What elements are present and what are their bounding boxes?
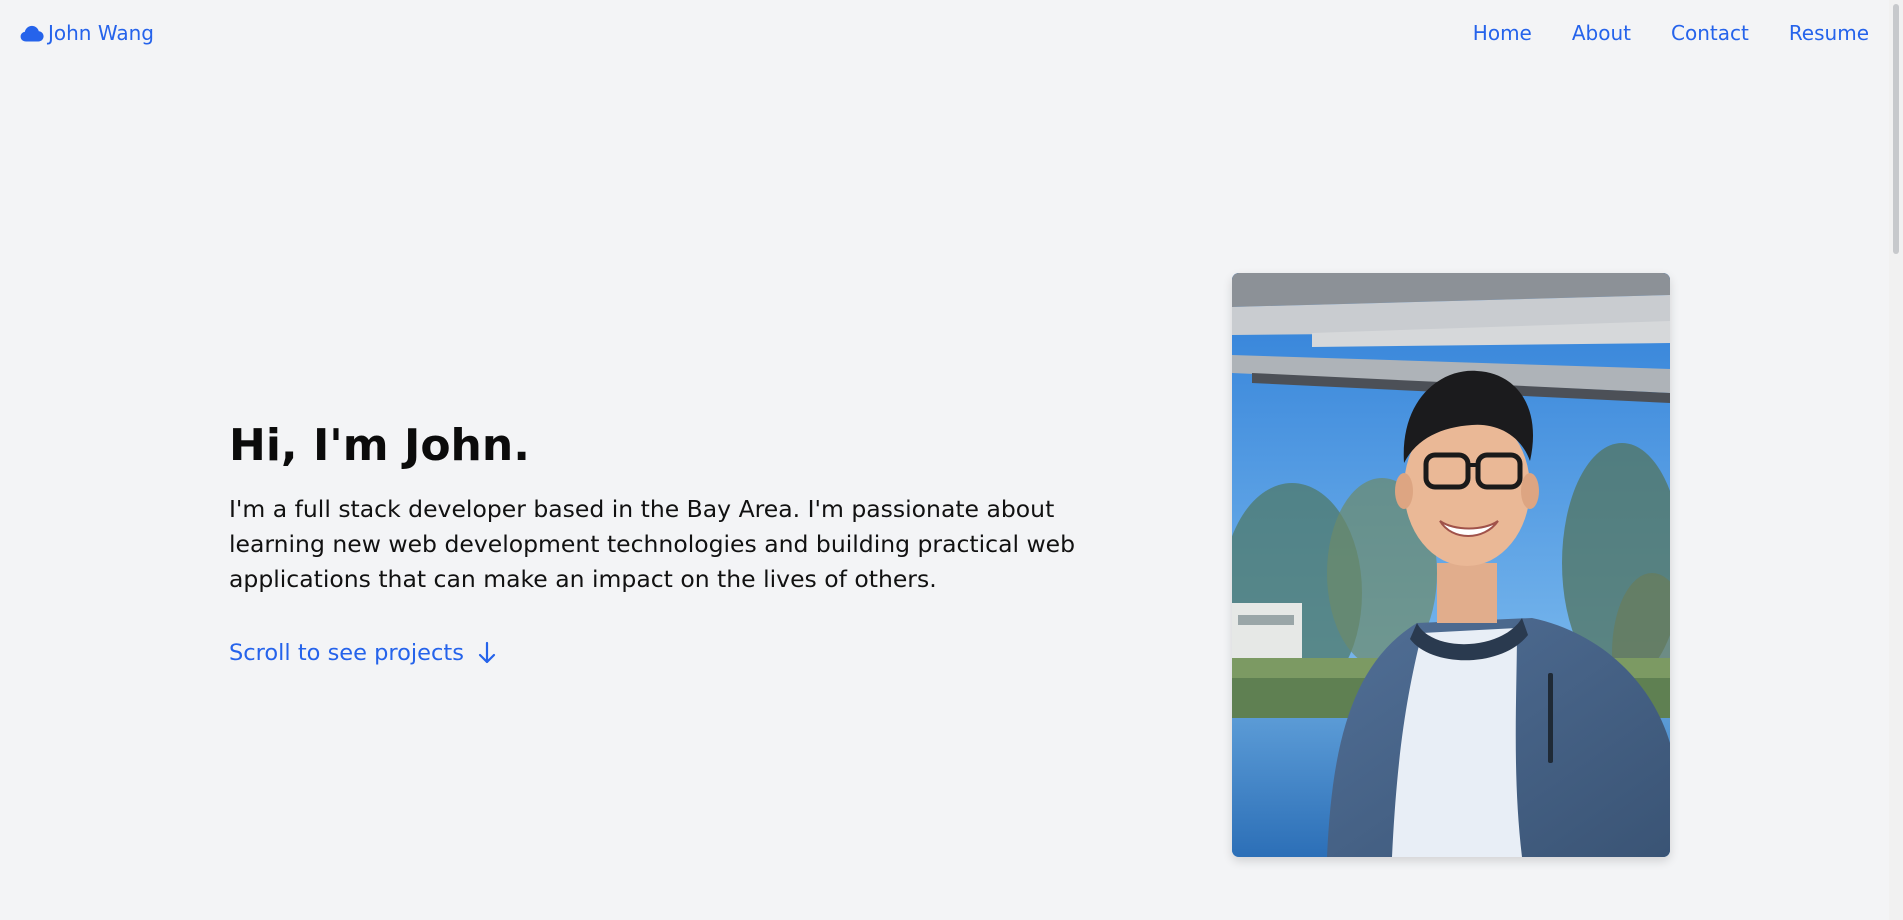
scrollbar-thumb[interactable]: [1893, 4, 1899, 254]
nav-link-resume[interactable]: Resume: [1789, 20, 1869, 46]
brand-link[interactable]: John Wang: [20, 20, 154, 46]
hero-description: I'm a full stack developer based in the …: [229, 495, 1076, 593]
nav-link-home[interactable]: Home: [1473, 20, 1532, 46]
page-scrollbar[interactable]: [1889, 0, 1903, 920]
profile-photo: [1232, 273, 1670, 857]
nav-link-about[interactable]: About: [1572, 20, 1631, 46]
hero-title: Hi, I'm John.: [229, 420, 530, 471]
cloud-icon: [20, 24, 44, 42]
page: John Wang Home About Contact Resume Hi, …: [0, 0, 1903, 920]
scroll-to-projects-link[interactable]: Scroll to see projects: [229, 638, 496, 668]
scroll-link-label: Scroll to see projects: [229, 640, 464, 666]
brand-name: John Wang: [48, 21, 154, 45]
arrow-down-icon: [478, 641, 496, 665]
main-nav: Home About Contact Resume: [1473, 20, 1869, 46]
site-header: John Wang Home About Contact Resume: [0, 0, 1903, 66]
nav-link-contact[interactable]: Contact: [1671, 20, 1749, 46]
